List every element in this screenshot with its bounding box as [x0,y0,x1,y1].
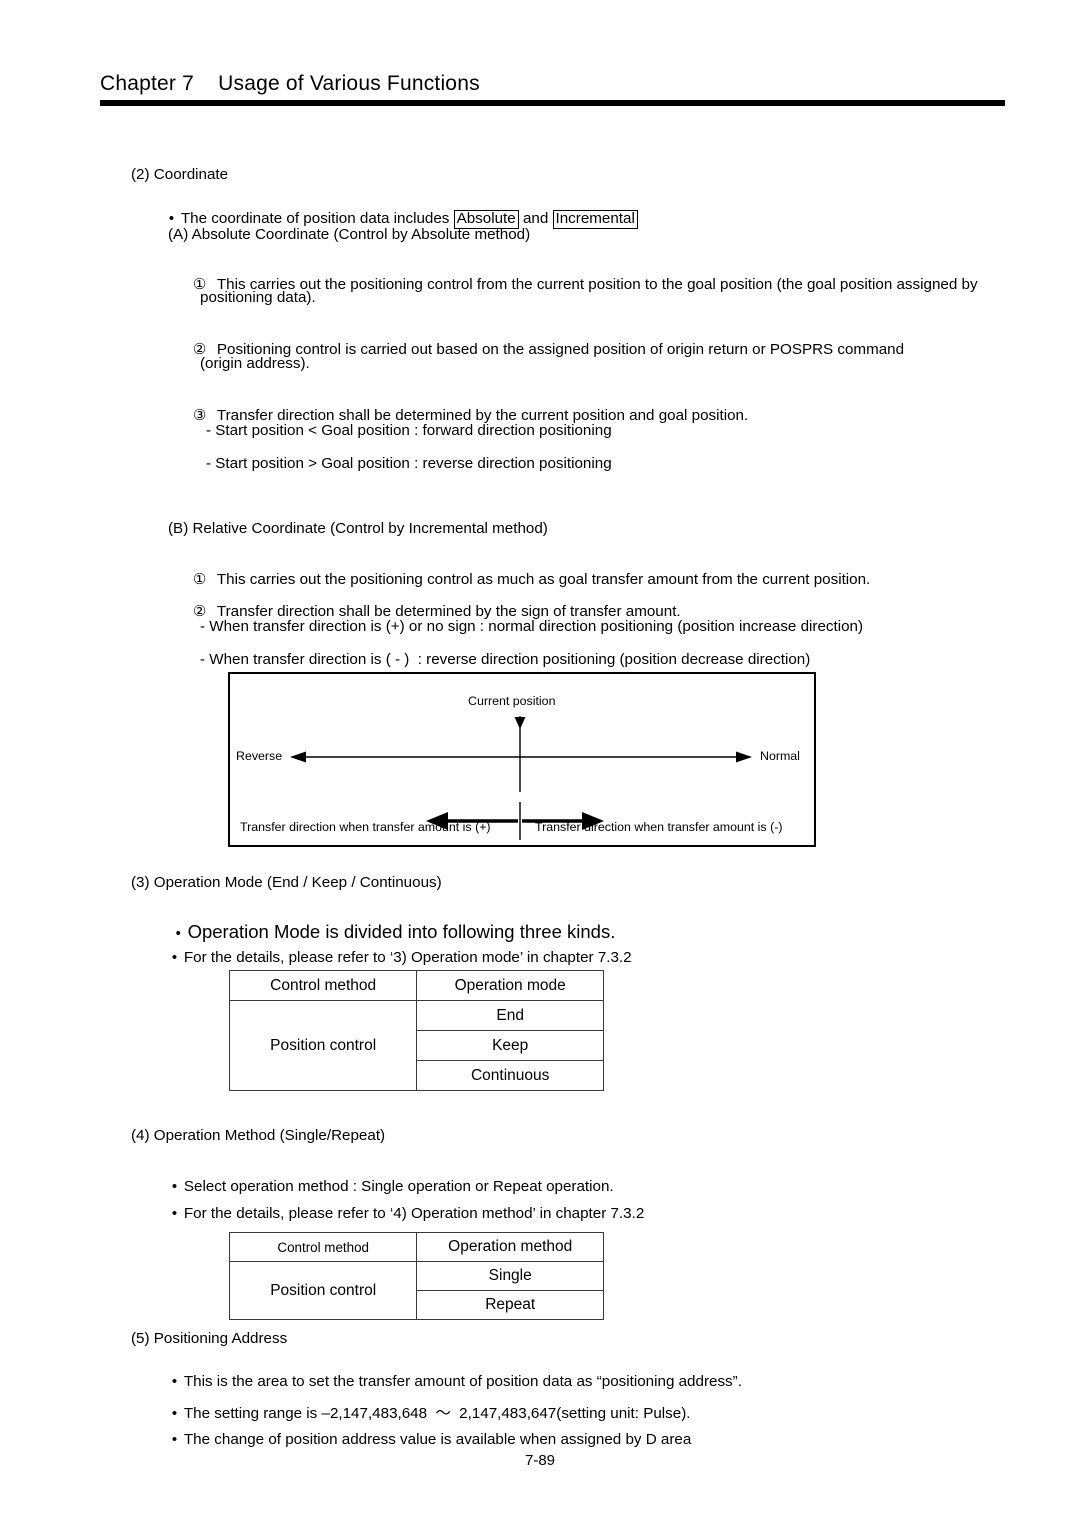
relative-dash-1: - When transfer direction is (+) or no s… [200,618,864,635]
subsection-heading-absolute: (A) Absolute Coordinate (Control by Abso… [168,226,531,243]
document-page: Chapter 7 Usage of Various Functions (2)… [0,0,1080,1528]
operation-mode-bullet-2-text: For the details, please refer to ‘3) Ope… [183,949,632,966]
positioning-address-bullet-3-text: The change of position address value is … [183,1431,692,1448]
absolute-dash-2: - Start position > Goal position : rever… [206,455,612,472]
absolute-item-1-line-1: This carries out the positioning control… [216,276,978,293]
table-row: Position control Single [228,1261,604,1320]
header-rule [100,100,1005,106]
table-cell-position-control: Position control [228,1261,418,1320]
page-footer: 7-89 [0,1452,1080,1469]
table-cell-position-control: Position control [228,1000,418,1091]
section-heading-operation-method: (4) Operation Method (Single/Repeat) [131,1127,386,1144]
page-number: 7-89 [524,1452,556,1469]
table-cell-method-repeat: Repeat [416,1290,604,1320]
table-cell-method-single: Single [416,1261,604,1291]
table-cell-mode-end: End [416,1000,604,1031]
relative-dash-2: - When transfer direction is ( - ) : rev… [200,651,811,668]
table-header-control-method: Control method [228,1232,418,1262]
chapter-title: Chapter 7 Usage of Various Functions [100,72,480,95]
bullet-icon: • [171,949,178,966]
table-row: Control method Operation method [228,1232,604,1262]
table-cell-mode-keep: Keep [416,1030,604,1061]
operation-mode-table: Control method Operation mode Position c… [228,970,604,1091]
subsection-heading-relative: (B) Relative Coordinate (Control by Incr… [168,520,548,537]
section-heading-operation-mode: (3) Operation Mode (End / Keep / Continu… [131,874,442,891]
table-row: Control method Operation mode [228,970,604,1001]
diagram-label-current-position: Current position [468,694,556,708]
section-heading-coordinate: (2) Coordinate [131,166,229,183]
absolute-item-1-line-2: positioning data). [200,289,316,306]
table-cell-mode-continuous: Continuous [416,1060,604,1091]
absolute-item-2-line-2: (origin address). [200,355,310,372]
table-header-operation-method: Operation method [416,1232,604,1262]
bullet-icon: • [171,1431,178,1448]
absolute-item-2-line-1: Positioning control is carried out based… [216,341,905,358]
page-header: Chapter 7 Usage of Various Functions [100,72,1005,96]
diagram-label-normal: Normal [760,749,800,763]
table-header-operation-mode: Operation mode [416,970,604,1001]
diagram-label-transfer-minus: Transfer direction when transfer amount … [535,820,783,834]
diagram-label-transfer-plus: Transfer direction when transfer amount … [240,820,491,834]
absolute-dash-1: - Start position < Goal position : forwa… [206,422,612,439]
table-row: Position control End [228,1000,604,1091]
operation-method-table: Control method Operation method Position… [228,1232,604,1320]
boxed-incremental: Incremental [552,210,638,229]
section-heading-positioning-address: (5) Positioning Address [131,1330,288,1347]
transfer-direction-diagram: Current position Reverse Normal Transfer… [228,672,816,847]
bullet-icon: • [171,1205,178,1222]
table-header-control-method: Control method [228,970,418,1001]
diagram-label-reverse: Reverse [236,749,283,763]
operation-method-bullet-2-text: For the details, please refer to ‘4) Ope… [183,1205,645,1222]
